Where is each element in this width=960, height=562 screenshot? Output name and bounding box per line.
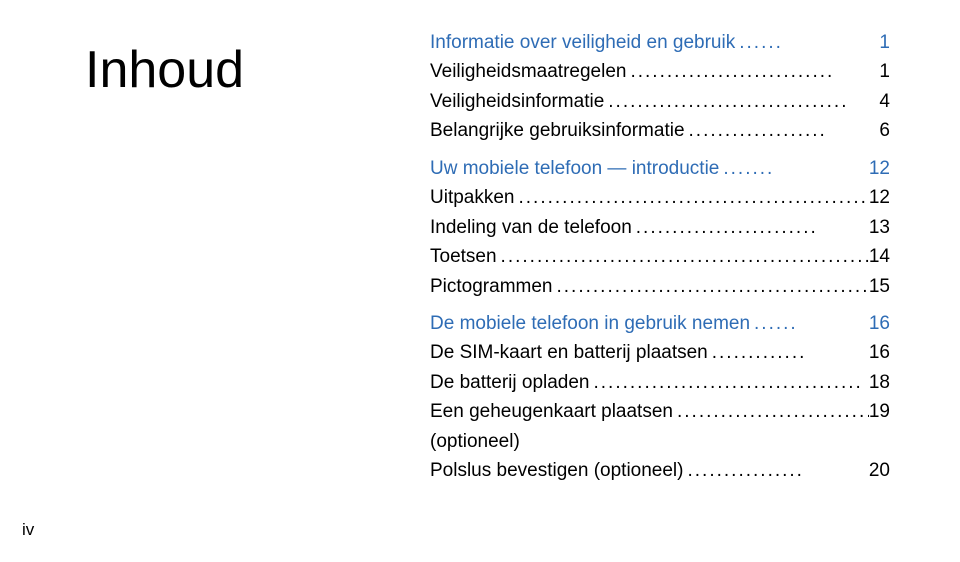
toc-label: Uw mobiele telefoon — introductie <box>430 154 719 183</box>
page-title: Inhoud <box>85 40 244 100</box>
toc-item: De SIM-kaart en batterij plaatsen ......… <box>430 338 890 367</box>
toc-page: 13 <box>869 213 890 242</box>
toc-page: 12 <box>869 154 890 183</box>
toc-label: Informatie over veiligheid en gebruik <box>430 28 735 57</box>
toc-leader: ........................................… <box>497 242 869 271</box>
toc-page: 19 <box>869 397 890 426</box>
toc-leader: ................................. <box>604 87 879 116</box>
toc-leader: ...... <box>735 28 879 57</box>
toc-label: Polslus bevestigen (optioneel) <box>430 456 684 485</box>
toc-section: Informatie over veiligheid en gebruik ..… <box>430 28 890 57</box>
toc-item: Uitpakken ..............................… <box>430 183 890 212</box>
toc-page: 16 <box>869 309 890 338</box>
toc-item: Een geheugenkaart plaatsen(optioneel) ..… <box>430 397 890 456</box>
toc-page: 18 <box>869 368 890 397</box>
toc-label: Veiligheidsinformatie <box>430 87 604 116</box>
toc-label: Uitpakken <box>430 183 515 212</box>
table-of-contents: Informatie over veiligheid en gebruik ..… <box>430 28 890 486</box>
toc-label: De batterij opladen <box>430 368 590 397</box>
toc-leader: ............................ <box>626 57 879 86</box>
toc-page: 1 <box>879 28 890 57</box>
toc-page: 20 <box>869 456 890 485</box>
toc-label: Belangrijke gebruiksinformatie <box>430 116 685 145</box>
toc-leader: ................ <box>684 456 869 485</box>
toc-label: Een geheugenkaart plaatsen(optioneel) <box>430 397 673 456</box>
toc-page: 16 <box>869 338 890 367</box>
toc-leader: ........................................… <box>553 272 869 301</box>
toc-item: Indeling van de telefoon ...............… <box>430 213 890 242</box>
toc-item: Belangrijke gebruiksinformatie .........… <box>430 116 890 145</box>
toc-label: Indeling van de telefoon <box>430 213 632 242</box>
toc-page: 4 <box>879 87 890 116</box>
toc-leader: ..................................... <box>590 368 869 397</box>
toc-page: 14 <box>869 242 890 271</box>
page-container: Inhoud Informatie over veiligheid en geb… <box>0 0 960 562</box>
toc-item: Polslus bevestigen (optioneel) .........… <box>430 456 890 485</box>
toc-label: Toetsen <box>430 242 497 271</box>
toc-item: Pictogrammen ...........................… <box>430 272 890 301</box>
toc-item: De batterij opladen ....................… <box>430 368 890 397</box>
toc-item: Veiligheidsinformatie ..................… <box>430 87 890 116</box>
toc-page: 6 <box>879 116 890 145</box>
toc-leader: ........................................… <box>515 183 869 212</box>
toc-section: Uw mobiele telefoon — introductie ......… <box>430 154 890 183</box>
toc-item: Toetsen ................................… <box>430 242 890 271</box>
page-number: iv <box>22 520 34 540</box>
toc-leader: ...... <box>750 309 869 338</box>
toc-label: Pictogrammen <box>430 272 553 301</box>
toc-leader: ......................... <box>632 213 869 242</box>
toc-page: 15 <box>869 272 890 301</box>
toc-label: Veiligheidsmaatregelen <box>430 57 626 86</box>
toc-label: De mobiele telefoon in gebruik nemen <box>430 309 750 338</box>
toc-leader: ............. <box>708 338 869 367</box>
toc-page: 12 <box>869 183 890 212</box>
toc-leader: ................... <box>685 116 880 145</box>
toc-leader: ....... <box>719 154 868 183</box>
toc-section: De mobiele telefoon in gebruik nemen ...… <box>430 309 890 338</box>
toc-page: 1 <box>879 57 890 86</box>
toc-item: Veiligheidsmaatregelen .................… <box>430 57 890 86</box>
toc-leader: ........................................… <box>673 397 869 426</box>
toc-label: De SIM-kaart en batterij plaatsen <box>430 338 708 367</box>
